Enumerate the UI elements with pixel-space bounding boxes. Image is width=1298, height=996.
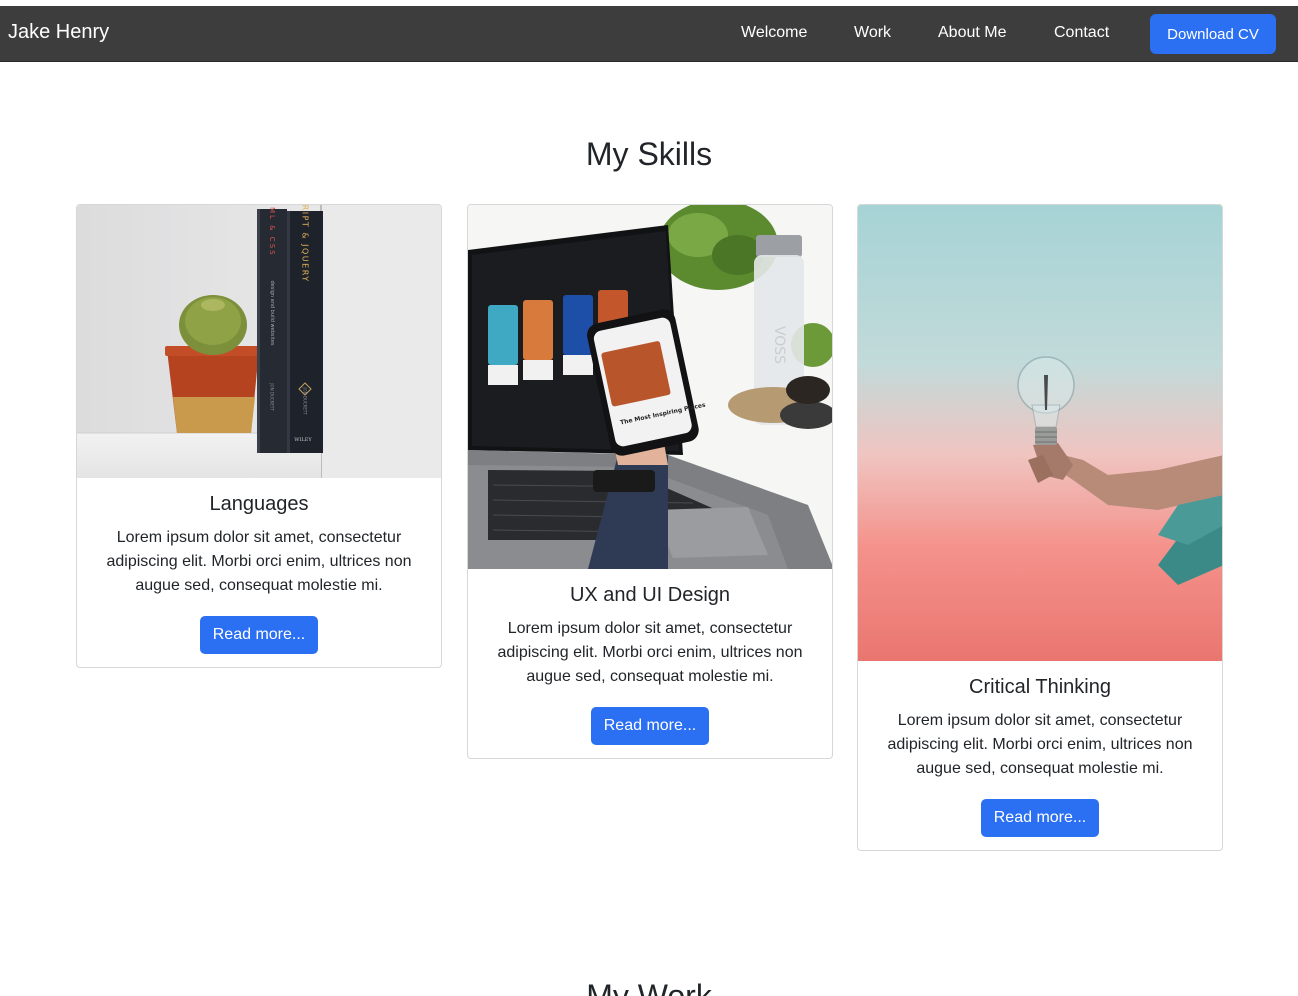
book1-author: JON DUCKETT <box>270 382 275 411</box>
bottle-label: VOSS <box>771 326 787 364</box>
card-body: UX and UI Design Lorem ipsum dolor sit a… <box>468 569 832 745</box>
nav-link-welcome[interactable]: Welcome <box>741 24 807 42</box>
card-title-critical-thinking: Critical Thinking <box>969 676 1111 698</box>
nav-link-contact[interactable]: Contact <box>1054 24 1109 42</box>
work-section-title: My Work <box>586 978 712 996</box>
card-body: Languages Lorem ipsum dolor sit amet, co… <box>77 478 441 654</box>
card-text: Lorem ipsum dolor sit amet, consectetur … <box>106 529 412 594</box>
card-text: Lorem ipsum dolor sit amet, consectetur … <box>887 712 1193 777</box>
skill-card-languages: HTML & CSS design and build websites JON… <box>76 204 442 668</box>
read-more-button-languages[interactable]: Read more... <box>200 616 318 654</box>
download-cv-button[interactable]: Download CV <box>1150 14 1276 54</box>
card-title-ux-ui-design: UX and UI Design <box>569 584 731 606</box>
publisher-logo: WILEY <box>294 437 312 443</box>
lightbulb-hand-image <box>858 205 1222 661</box>
brand-name[interactable]: Jake Henry <box>8 21 109 44</box>
skills-section-title: My Skills <box>585 136 713 172</box>
book2-author: JON DUCKETT <box>303 386 308 415</box>
card-text: Lorem ipsum dolor sit amet, consectetur … <box>497 620 803 685</box>
nav-link-work[interactable]: Work <box>854 24 891 42</box>
card-body: Critical Thinking Lorem ipsum dolor sit … <box>858 661 1222 837</box>
laptop-phone-image: VOSS The Most Inspiring Places <box>468 205 832 569</box>
skill-card-ux-ui-design: VOSS The Most Inspiring Places UX and UI… <box>467 204 833 759</box>
navbar: Jake Henry Welcome Work About Me Contact… <box>0 6 1298 62</box>
nav-link-about-me[interactable]: About Me <box>938 24 1006 42</box>
skill-card-critical-thinking: Critical Thinking Lorem ipsum dolor sit … <box>857 204 1223 851</box>
book1-title: HTML & CSS <box>268 205 276 257</box>
books-cactus-image: HTML & CSS design and build websites JON… <box>77 205 441 478</box>
read-more-button-ux-ui-design[interactable]: Read more... <box>591 707 709 745</box>
book1-subtitle: design and build websites <box>269 280 275 345</box>
card-title-languages: Languages <box>209 493 309 515</box>
book2-title: JAVASCRIPT & JQUERY <box>301 205 310 283</box>
read-more-button-critical-thinking[interactable]: Read more... <box>981 799 1099 837</box>
